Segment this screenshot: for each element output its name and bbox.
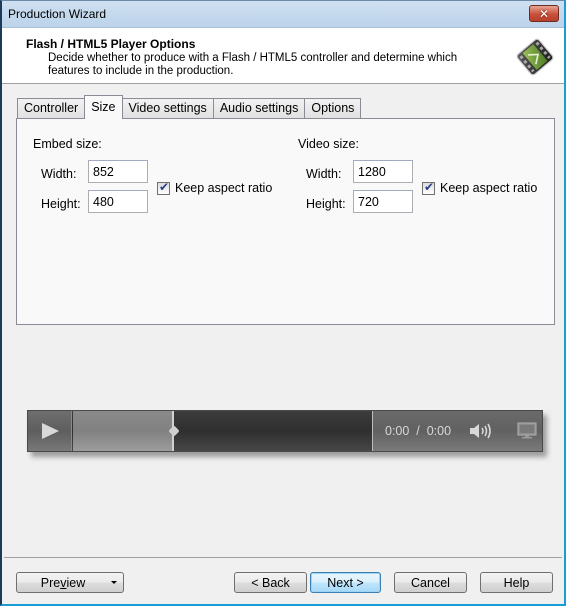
video-height-label: Height: <box>306 197 346 211</box>
cancel-button[interactable]: Cancel <box>394 572 467 593</box>
chevron-down-icon <box>111 581 117 584</box>
embed-keep-aspect-checkbox[interactable]: Keep aspect ratio <box>157 180 273 195</box>
page-title: Flash / HTML5 Player Options <box>26 37 196 51</box>
preview-dropdown-button[interactable]: Preview <box>16 572 124 593</box>
checkbox-checked-icon[interactable] <box>157 180 170 195</box>
tab-strip: Controller Size Video settings Audio set… <box>17 95 362 119</box>
fullscreen-icon[interactable] <box>517 422 537 440</box>
seek-bar-buffered[interactable] <box>73 411 174 451</box>
checkbox-checked-icon[interactable] <box>422 180 435 195</box>
video-width-input[interactable] <box>353 160 413 183</box>
video-height-input[interactable] <box>353 190 413 213</box>
play-icon[interactable] <box>28 411 72 451</box>
current-time: 0:00 <box>385 424 410 438</box>
tab-options[interactable]: Options <box>304 98 362 119</box>
tab-size[interactable]: Size <box>84 95 123 119</box>
total-time: 0:00 <box>426 424 452 438</box>
embed-height-label: Height: <box>41 197 81 211</box>
video-size-label: Video size: <box>298 137 359 151</box>
embed-height-input[interactable] <box>88 190 148 213</box>
footer-divider <box>4 557 562 558</box>
tab-video-settings[interactable]: Video settings <box>121 98 214 119</box>
player-controls: 0:00 / 0:00 <box>372 411 542 451</box>
wizard-header: Flash / HTML5 Player Options Decide whet… <box>2 28 564 84</box>
embed-width-label: Width: <box>41 167 77 181</box>
title-bar: Production Wizard ✕ <box>2 1 564 28</box>
video-keep-aspect-label: Keep aspect ratio <box>440 181 538 195</box>
size-tab-panel: Embed size: Width: Height: Keep aspect r… <box>16 118 555 325</box>
volume-icon[interactable] <box>468 421 498 441</box>
back-button[interactable]: < Back <box>234 572 307 593</box>
player-preview: 0:00 / 0:00 <box>27 410 543 452</box>
video-width-label: Width: <box>306 167 342 181</box>
preview-label: Preview <box>40 575 86 590</box>
production-wizard-window: Production Wizard ✕ Flash / HTML5 Player… <box>0 0 566 606</box>
page-description: Decide whether to produce with a Flash /… <box>48 52 458 77</box>
close-button[interactable]: ✕ <box>529 5 559 22</box>
tab-controller[interactable]: Controller <box>17 98 86 119</box>
close-icon: ✕ <box>538 6 550 21</box>
window-title: Production Wizard <box>8 7 107 21</box>
help-button[interactable]: Help <box>480 572 553 593</box>
embed-width-input[interactable] <box>88 160 148 183</box>
embed-size-label: Embed size: <box>33 137 102 151</box>
time-separator: / <box>416 424 420 438</box>
next-button[interactable]: Next > <box>310 572 381 593</box>
time-display: 0:00 / 0:00 <box>385 424 451 438</box>
film-strip-icon <box>516 38 554 76</box>
video-keep-aspect-checkbox[interactable]: Keep aspect ratio <box>422 180 538 195</box>
tab-audio-settings[interactable]: Audio settings <box>212 98 306 119</box>
embed-keep-aspect-label: Keep aspect ratio <box>175 181 273 195</box>
